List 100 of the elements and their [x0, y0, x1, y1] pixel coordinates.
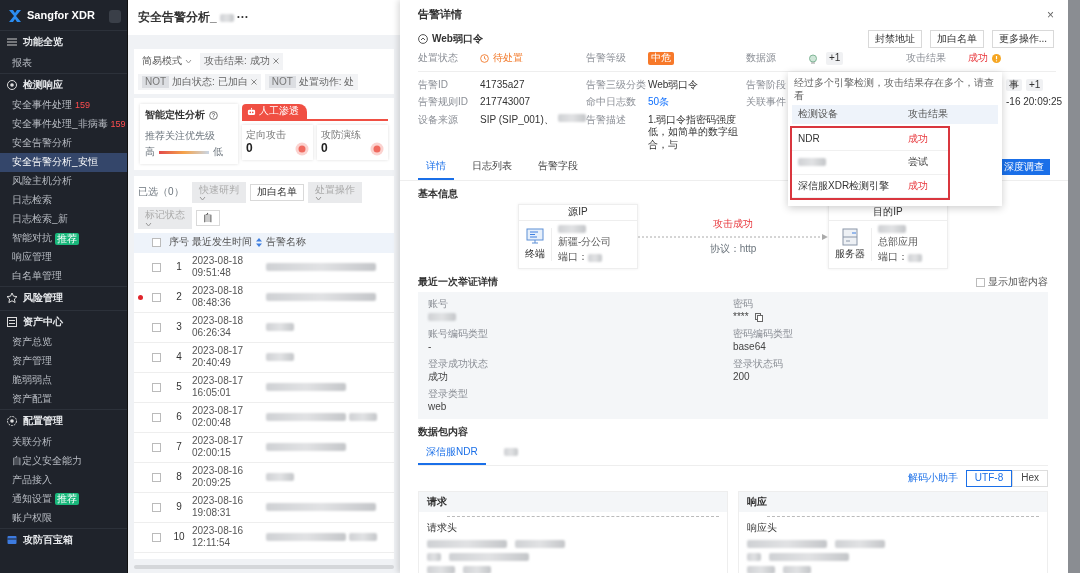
row-checkbox[interactable]	[151, 532, 161, 542]
menu-item[interactable]: 日志检索	[0, 191, 127, 210]
menu-group[interactable]: 风险管理	[23, 292, 63, 305]
blurred-text	[747, 565, 775, 573]
menu-item[interactable]: 安全事件处理_非病毒 159	[0, 115, 127, 134]
date-text: 2023-08-18	[192, 284, 245, 297]
tab[interactable]: 详情	[418, 157, 454, 180]
menu-icon	[6, 36, 18, 49]
header-label: 请求头	[427, 522, 458, 535]
field-label: 密码编码类型	[733, 328, 794, 341]
blurred-text	[266, 323, 294, 331]
warning-icon	[992, 54, 1001, 63]
tab[interactable]: 告警字段	[530, 157, 586, 180]
menu-item[interactable]: 安全事件处理 159	[0, 96, 127, 115]
action-button[interactable]: 加白名单	[929, 29, 984, 49]
field-label: 告警描述	[586, 113, 627, 127]
date-text: 2023-08-16	[192, 524, 245, 537]
target-icon	[370, 142, 384, 156]
section-title: 数据包内容	[418, 426, 468, 439]
field-value: -16 20:09:25	[1006, 96, 1063, 109]
menu-group[interactable]: 检测响应	[23, 78, 63, 91]
location-text: 总部应用	[878, 235, 919, 249]
section-title: 基本信息	[418, 187, 458, 201]
menu-group[interactable]: 配置管理	[23, 415, 63, 428]
menu-group[interactable]: 功能全览	[23, 36, 63, 49]
show-encrypted-checkbox[interactable]: 显示加密内容	[976, 275, 1048, 289]
clock-icon	[480, 54, 489, 63]
select-all-checkbox[interactable]	[151, 238, 161, 247]
menu-item[interactable]: 通知设置 推荐	[0, 489, 127, 509]
tab[interactable]: 深信服NDR	[418, 442, 486, 466]
row-checkbox[interactable]	[151, 472, 161, 482]
menu-item[interactable]: 资产管理	[0, 352, 127, 371]
blurred-text	[515, 539, 565, 548]
menu-group[interactable]: 攻防百宝箱	[23, 533, 73, 546]
menu-item[interactable]: 资产配置	[0, 390, 127, 409]
close-icon[interactable]	[272, 58, 279, 65]
blurred-text	[588, 253, 602, 262]
field-label: 账号	[428, 298, 449, 311]
menu-item[interactable]: 安全告警分析	[0, 134, 127, 153]
toolbar-button[interactable]: 加白名单	[249, 184, 304, 201]
blurred-text	[463, 565, 491, 573]
close-button[interactable]: ×	[1047, 8, 1054, 21]
tab[interactable]: 日志列表	[464, 157, 520, 180]
log-count-link[interactable]: 50条	[648, 96, 670, 109]
row-checkbox[interactable]	[151, 322, 161, 332]
menu-item[interactable]: 安全告警分析_安恒	[0, 153, 127, 172]
menu-item[interactable]: 关联分析	[0, 432, 127, 452]
table-cell-text: 7	[175, 440, 183, 454]
encoding-toggle[interactable]: UTF-8	[965, 470, 1013, 487]
field-value: 217743007	[480, 96, 531, 109]
menu-item[interactable]: 资产总览	[0, 333, 127, 352]
card-title: 智能定性分析	[145, 109, 205, 122]
action-button[interactable]: 更多操作...	[991, 29, 1054, 49]
row-checkbox[interactable]	[151, 502, 161, 512]
column-header: 序号	[168, 236, 190, 249]
date-text: 2023-08-18	[192, 314, 245, 327]
row-checkbox[interactable]	[151, 442, 161, 452]
copy-icon[interactable]	[754, 312, 763, 322]
action-button[interactable]: 封禁地址	[867, 29, 922, 49]
filter-chip[interactable]: NOT 处置动作: 处	[264, 73, 359, 90]
brand-name: Sangfor XDR	[27, 9, 95, 23]
date-text: 2023-08-16	[192, 464, 245, 477]
menu-item[interactable]: 脆弱弱点	[0, 371, 127, 390]
collapse-button[interactable]	[109, 9, 121, 23]
menu-group[interactable]: 资产中心	[23, 315, 63, 328]
filter-chip[interactable]: NOT 加白状态: 已加白	[138, 73, 261, 90]
filter-chip[interactable]: 攻击结果: 成功	[200, 53, 283, 70]
blurred-text	[266, 473, 294, 481]
decoder-link[interactable]: 解码小助手	[907, 472, 958, 485]
menu-item[interactable]: 风险主机分析	[0, 172, 127, 191]
not-tag: NOT	[268, 75, 296, 88]
row-checkbox[interactable]	[151, 352, 161, 362]
menu-item[interactable]: 智能对抗 推荐	[0, 229, 127, 248]
menu-item[interactable]: 响应管理	[0, 248, 127, 267]
tag-badge: 推荐	[55, 493, 79, 505]
target-icon	[6, 78, 18, 91]
row-checkbox[interactable]	[151, 262, 161, 272]
encoding-toggle[interactable]: Hex	[1012, 470, 1048, 487]
section-title: 最近一次举证详情	[418, 275, 498, 289]
manual-tab[interactable]: 人工渗透	[242, 104, 307, 119]
menu-item[interactable]: 日志检索_新	[0, 210, 127, 229]
close-icon[interactable]	[250, 78, 257, 85]
row-checkbox[interactable]	[151, 292, 161, 302]
row-checkbox[interactable]	[151, 382, 161, 392]
menu-item[interactable]: 报表	[0, 53, 127, 73]
alert-name: Web弱口令	[432, 32, 483, 46]
caret-icon	[314, 196, 322, 201]
toolbar-button[interactable]: 自	[196, 209, 220, 226]
row-checkbox[interactable]	[151, 412, 161, 422]
menu-item[interactable]: 白名单管理	[0, 267, 127, 286]
extra-count: +1	[1026, 78, 1044, 92]
collapse-icon[interactable]	[418, 34, 428, 44]
sort-icon[interactable]	[256, 238, 262, 247]
table-cell-text: 6	[175, 410, 183, 424]
menu-item[interactable]: 自定义安全能力	[0, 451, 127, 471]
menu-label: 智能对抗	[12, 232, 52, 245]
menu-item[interactable]: 产品接入	[0, 470, 127, 490]
menu-item[interactable]: 账户权限	[0, 508, 127, 528]
stat-value: 0	[321, 141, 328, 155]
column-header: 检测设备	[798, 108, 839, 121]
